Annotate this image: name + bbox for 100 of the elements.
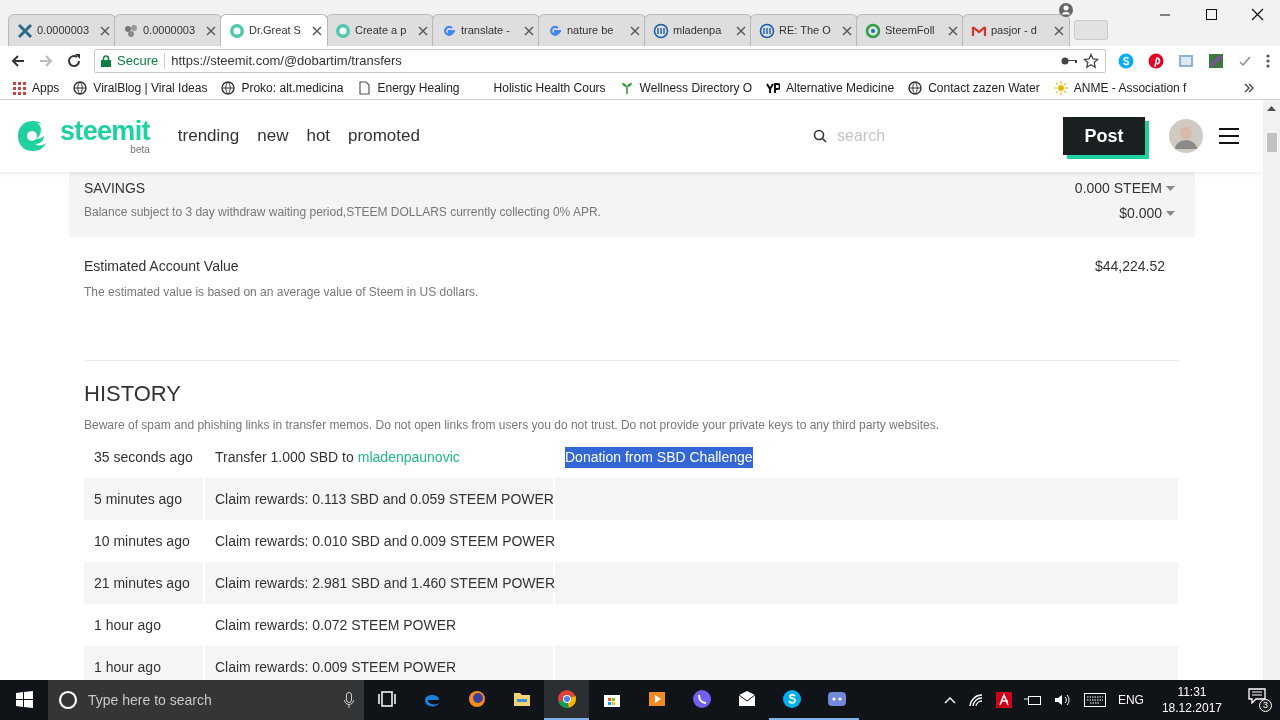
tab-title: nature be [567,23,614,39]
browser-tab[interactable]: 0.0000003 [114,14,222,46]
close-icon[interactable] [842,25,852,36]
savings-note: Balance subject to 3 day withdraw waiting period,STEEM DOLLARS currently collecting 0% APR. [84,204,601,221]
speaker-icon[interactable] [1053,693,1072,707]
estimate-value: $44,224.52 [1094,257,1165,276]
search-icon[interactable] [813,129,827,143]
nav-link[interactable]: new [257,123,289,149]
search-field[interactable]: search [837,124,1037,148]
sprout-icon [619,80,634,95]
close-icon[interactable] [312,25,322,36]
memo-text: Donation from SBD Challenge [565,446,753,468]
amount-value: 0.000 STEEM [1074,179,1162,198]
page-icon [357,80,372,95]
bookmark[interactable]: Apps [12,78,60,97]
globe-icon [73,80,88,95]
bookmark[interactable]: ANME - Association f [1053,78,1187,97]
play-icon [646,689,667,709]
steemit-icon [335,22,351,39]
game-controller-icon [826,689,847,709]
bookmark[interactable]: Energy Healing [357,78,460,97]
more-bookmarks-icon[interactable] [1244,83,1254,93]
tab-title: mladenpa [673,23,722,39]
secure-label: Secure [117,52,159,71]
envelope-icon [736,689,757,709]
nav-link[interactable]: hot [306,123,331,149]
amount-value: $0.000 [1119,204,1162,223]
scroll-thumb[interactable] [1266,133,1277,152]
extension-icon[interactable] [1208,53,1224,69]
lock-icon [101,55,111,67]
tab-title: 0.0000003 [37,23,89,39]
browser-tab[interactable]: nature be [538,14,646,46]
skype-icon [781,689,802,709]
language-indicator[interactable]: ENG [1117,691,1144,709]
bookmark[interactable]: Alternative Medicine [766,78,895,97]
url-text: https://steemit.com/@dobartim/transfers [171,52,403,71]
bookmark[interactable]: Holistic Health Cours [473,78,606,97]
savings-title: SAVINGS [84,179,147,198]
microphone-icon [344,692,354,708]
browser-tab[interactable]: pasjor - d [962,14,1070,46]
close-icon[interactable] [630,25,640,36]
key-icon[interactable] [1061,56,1077,66]
browser-tab[interactable]: translate - [432,14,540,46]
amount-dropdown[interactable]: $0.000 [1119,203,1175,224]
chrome-icon [556,689,577,709]
reload-icon[interactable] [66,53,82,69]
bookmark[interactable]: ViralBlog | Viral Ideas [73,78,208,97]
scroll-up-icon [1267,106,1276,111]
task-view-icon [376,689,397,709]
tab-title: Dr.Great S [249,23,301,39]
scrollbar[interactable] [1263,100,1280,680]
bookmark[interactable]: Contact zazen Water [908,78,1040,97]
close-icon[interactable] [524,25,534,36]
tab-title: SteemFoll [885,23,935,39]
browser-tab[interactable]: Dr.Great S [220,14,328,46]
taskbar-app[interactable] [544,680,589,720]
cortana-icon [58,690,78,710]
menu-icon[interactable] [1266,53,1270,69]
browser-tab[interactable]: SteemFoll [856,14,964,46]
estimate-note: The estimated value is based on an average value of Steem in US dollars. [84,284,479,301]
close-icon[interactable] [206,25,216,36]
address-bar[interactable]: Secure https://steemit.com/@dobartim/transfers [94,49,1106,73]
browser-tab[interactable]: RE: The O [750,14,858,46]
browser-tab[interactable]: Create a p [326,14,434,46]
sun-icon [1053,80,1068,95]
chevron-up-icon[interactable] [943,696,956,704]
swirl-icon [653,22,669,39]
close-icon[interactable] [418,25,428,36]
clock-date[interactable]: 18.12.2017 [1161,700,1222,716]
nav-link[interactable]: promoted [348,123,420,149]
beta-label: beta [130,145,150,155]
table-cell: Transfer 1.000 SBD to mladenpaunovic [205,436,555,478]
wifi-icon[interactable] [967,693,984,707]
bookmark[interactable]: Proko: alt.medicina [221,78,344,97]
browser-tab[interactable]: 0.0000003 [8,14,116,46]
browser-tab[interactable]: mladenpa [644,14,752,46]
bookmark[interactable]: Wellness Directory O [619,78,753,97]
nav-link[interactable]: trending [177,123,240,149]
notification-icon[interactable] [1248,688,1266,704]
profile-icon [1058,2,1074,18]
back-icon[interactable] [10,53,26,69]
pinterest-icon[interactable] [1148,53,1164,69]
taskbar-search-field[interactable]: Type here to search [88,689,334,711]
close-icon[interactable] [736,25,746,36]
swirl-icon [759,22,775,39]
battery-icon[interactable] [1023,694,1042,706]
taskbar-search-box[interactable]: Type here to search [48,680,364,720]
amount-dropdown[interactable]: 0.000 STEEM [1074,178,1175,199]
table-cell-text: 35 seconds ago [93,447,194,467]
menu-icon[interactable] [1219,128,1239,144]
star-icon[interactable] [1083,53,1099,69]
avatar-icon[interactable] [1169,119,1203,153]
keyboard-icon[interactable] [1083,693,1106,707]
history-warning: Beware of spam and phishing links in transfer memos. Do not open links from users you do not trust. Do not provide your private keys to any third party websites. [84,417,941,434]
close-icon[interactable] [100,25,110,36]
clock-time[interactable]: 11:31 [1177,684,1207,700]
antivirus-icon[interactable] [995,692,1012,708]
check-icon[interactable] [1238,54,1252,68]
close-icon[interactable] [948,25,958,36]
close-icon[interactable] [1054,25,1064,36]
